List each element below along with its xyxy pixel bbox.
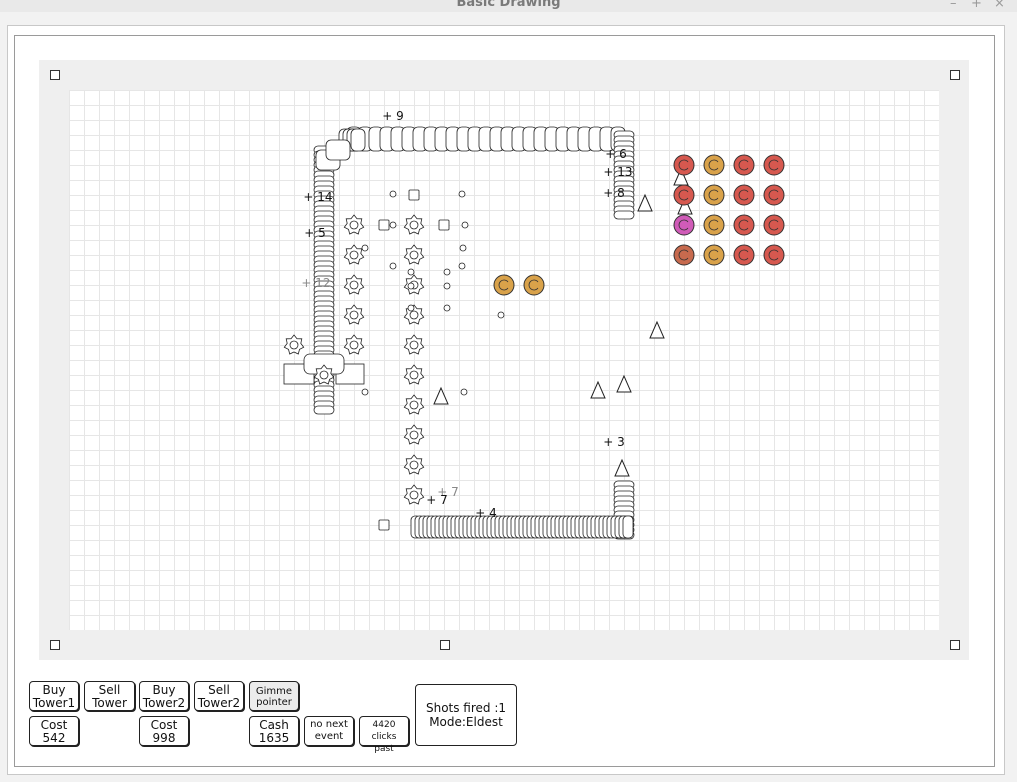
gimme-pointer-button[interactable]: Gimme pointer	[249, 681, 299, 711]
sell-tower2-button[interactable]: Sell Tower2	[194, 681, 244, 711]
next-event-button[interactable]: no next event	[304, 716, 354, 746]
buy-tower1-button[interactable]: Buy Tower1	[29, 681, 79, 711]
cash-display: Cash 1635	[249, 716, 299, 746]
close-icon[interactable]: ×	[994, 0, 1005, 11]
cost-tower2-value: 998	[152, 731, 176, 745]
clicks-past-label-line1: 4420 clicks	[371, 720, 397, 742]
next-event-label-line2: event	[314, 731, 344, 742]
resize-handle-bottom-center[interactable]	[440, 640, 450, 650]
game-grid[interactable]	[69, 90, 939, 630]
sell-tower-label-line2: Tower	[92, 696, 127, 710]
resize-handle-top-left[interactable]	[50, 70, 60, 80]
minimize-icon[interactable]: –	[950, 0, 957, 11]
cost-tower1-value: 542	[42, 731, 66, 745]
maximize-icon[interactable]: +	[971, 0, 982, 11]
cost-tower1-display: Cost 542	[29, 716, 79, 746]
gimme-pointer-label-line2: pointer	[256, 697, 292, 708]
sell-tower2-label-line2: Tower2	[197, 696, 241, 710]
resize-handle-bottom-right[interactable]	[950, 640, 960, 650]
status-panel: Shots fired :1 Mode:Eldest	[415, 684, 517, 746]
resize-handle-top-right[interactable]	[950, 70, 960, 80]
buy-tower1-label-line2: Tower1	[32, 696, 76, 710]
mode-text: Mode:Eldest	[429, 715, 503, 729]
buy-tower2-button[interactable]: Buy Tower2	[139, 681, 189, 711]
sell-tower-button[interactable]: Sell Tower	[84, 681, 135, 711]
gimme-pointer-label-line1: Gimme	[255, 686, 293, 697]
cash-value: 1635	[258, 731, 290, 745]
clicks-past-display: 4420 clicks past	[359, 716, 409, 754]
clicks-past-label-line2: past	[374, 744, 394, 754]
window-title: Basic Drawing	[456, 0, 561, 10]
next-event-label-line1: no next	[310, 719, 348, 730]
buy-tower2-label-line2: Tower2	[142, 696, 186, 710]
shots-fired-text: Shots fired :1	[425, 701, 507, 715]
resize-handle-bottom-left[interactable]	[50, 640, 60, 650]
cost-tower2-display: Cost 998	[139, 716, 189, 746]
title-bar: Basic Drawing – + ×	[0, 0, 1017, 12]
